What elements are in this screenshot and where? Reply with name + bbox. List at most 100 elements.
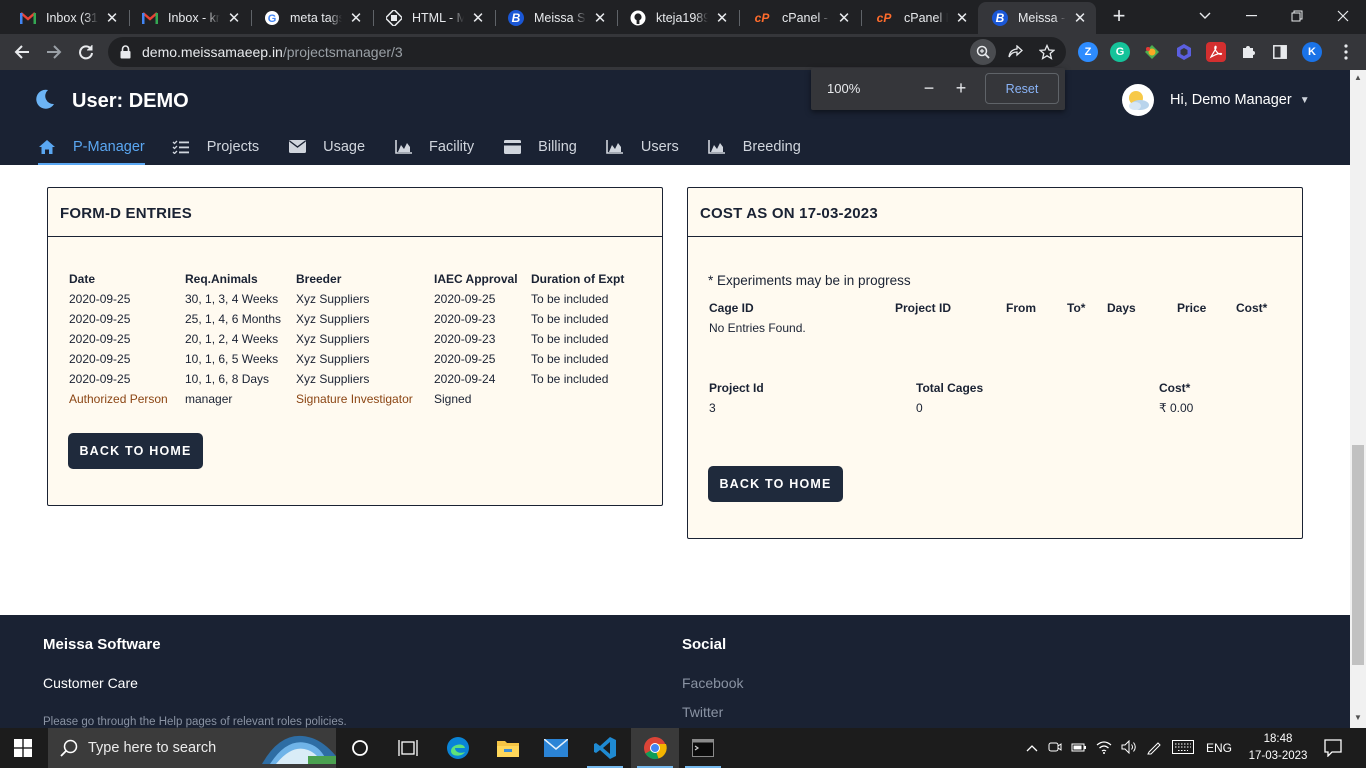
card-icon — [503, 139, 521, 155]
windows-start-icon[interactable] — [14, 739, 32, 762]
close-icon[interactable]: ✕ — [226, 9, 242, 27]
chrome-icon[interactable] — [631, 728, 679, 768]
close-icon[interactable]: ✕ — [348, 9, 364, 27]
scroll-down-icon[interactable]: ▼ — [1354, 713, 1362, 722]
url-text[interactable]: demo.meissamaeep.in/projectsmanager/3 — [142, 44, 403, 60]
reload-icon[interactable] — [73, 39, 99, 65]
user-title: User: DEMO — [72, 90, 189, 112]
cortana-icon[interactable] — [336, 728, 384, 768]
close-icon[interactable]: ✕ — [470, 9, 486, 27]
nav-breeding[interactable]: Breeding — [708, 128, 801, 165]
zoom-extension-icon[interactable]: Z — [1078, 42, 1098, 62]
notification-icon[interactable] — [1324, 739, 1342, 762]
colorful-extension-icon[interactable] — [1142, 42, 1162, 62]
twitter-link[interactable]: Twitter — [682, 704, 723, 720]
language-indicator[interactable]: ENG — [1206, 741, 1232, 755]
new-tab-button[interactable]: + — [1108, 5, 1130, 27]
task-view-icon[interactable] — [384, 728, 432, 768]
forward-arrow-icon[interactable] — [41, 39, 67, 65]
battery-icon[interactable] — [1071, 741, 1087, 756]
file-explorer-icon[interactable] — [484, 728, 532, 768]
tab-search-icon[interactable] — [1182, 0, 1228, 32]
back-to-home-button[interactable]: BACK TO HOME — [68, 433, 203, 469]
zoom-in-button[interactable]: + — [950, 77, 972, 99]
search-placeholder: Type here to search — [88, 740, 217, 756]
bookmark-star-icon[interactable] — [1034, 39, 1060, 65]
nav-usage[interactable]: Usage — [288, 128, 365, 165]
zoom-reset-button[interactable]: Reset — [985, 73, 1059, 104]
mail-icon[interactable] — [532, 728, 580, 768]
restore-icon[interactable] — [1274, 0, 1320, 32]
zoom-icon[interactable] — [970, 39, 996, 65]
tab-meta-tags[interactable]: G meta tags ✕ — [250, 2, 372, 34]
minimize-icon[interactable] — [1228, 0, 1274, 32]
close-icon[interactable]: ✕ — [104, 9, 120, 27]
tab-inbox-2[interactable]: Inbox - kri ✕ — [128, 2, 250, 34]
nav-label: Usage — [323, 138, 366, 155]
chevron-up-icon[interactable] — [1026, 741, 1038, 755]
customer-care-link[interactable]: Customer Care — [43, 675, 138, 691]
windows-taskbar: Type here to search ENG 18:48 17-03-2023 — [0, 728, 1366, 768]
tab-inbox-1[interactable]: Inbox (310 ✕ — [6, 2, 128, 34]
close-icon[interactable]: ✕ — [954, 9, 970, 27]
tab-meissa-software[interactable]: B Meissa Sof ✕ — [494, 2, 616, 34]
address-bar[interactable]: demo.meissamaeep.in/projectsmanager/3 — [108, 37, 1066, 67]
table-cell: 2020-09-23 — [434, 312, 496, 326]
nav-label: Billing — [538, 138, 577, 155]
side-panel-icon[interactable] — [1270, 42, 1290, 62]
lock-icon[interactable] — [120, 45, 131, 64]
back-arrow-icon[interactable] — [9, 39, 35, 65]
cost-card: COST AS ON 17-03-2023 * Experiments may … — [687, 187, 1303, 539]
vscode-icon[interactable] — [581, 728, 629, 768]
page-scrollbar[interactable]: ▲ ▼ — [1350, 70, 1366, 728]
profile-avatar[interactable]: K — [1302, 42, 1322, 62]
pen-icon[interactable] — [1146, 739, 1162, 758]
pdf-extension-icon[interactable] — [1206, 42, 1226, 62]
scroll-up-icon[interactable]: ▲ — [1354, 73, 1362, 82]
edge-icon[interactable] — [434, 728, 482, 768]
tab-cpanel-files[interactable]: cP cPanel File ✕ — [860, 2, 978, 34]
volume-icon[interactable] — [1121, 739, 1137, 757]
grammarly-icon[interactable]: G — [1110, 42, 1130, 62]
tab-meissa-active[interactable]: B Meissa - B ✕ — [978, 2, 1096, 34]
nav-projects[interactable]: Projects — [172, 128, 259, 165]
github-icon — [630, 10, 646, 26]
user-menu[interactable]: Hi, Demo Manager ▼ — [1122, 84, 1310, 116]
tab-cpanel[interactable]: cP cPanel - M ✕ — [738, 2, 860, 34]
chart-icon — [708, 139, 726, 155]
meissa-icon: B — [508, 10, 524, 26]
meet-now-icon[interactable] — [1048, 740, 1062, 757]
tab-github[interactable]: kteja1989/ ✕ — [616, 2, 738, 34]
back-to-home-button[interactable]: BACK TO HOME — [708, 466, 843, 502]
close-icon[interactable]: ✕ — [714, 9, 730, 27]
clock[interactable]: 18:48 17-03-2023 — [1240, 731, 1316, 765]
table-cell: 2020-09-24 — [434, 372, 496, 386]
scrollbar-thumb[interactable] — [1352, 445, 1364, 665]
hexagon-extension-icon[interactable] — [1174, 42, 1194, 62]
table-cell: 30, 1, 3, 4 Weeks — [185, 292, 279, 306]
close-icon[interactable]: ✕ — [1072, 9, 1088, 27]
tab-html[interactable]: HTML - M ✕ — [372, 2, 494, 34]
close-icon[interactable]: ✕ — [592, 9, 608, 27]
keyboard-icon[interactable] — [1172, 739, 1194, 757]
close-icon[interactable]: ✕ — [836, 9, 852, 27]
window-close-icon[interactable] — [1320, 0, 1366, 32]
nav-users[interactable]: Users — [606, 128, 679, 165]
column-header: Req.Animals — [185, 272, 258, 286]
tab-title: Inbox - kri — [168, 11, 220, 25]
nav-facility[interactable]: Facility — [394, 128, 474, 165]
nav-billing[interactable]: Billing — [503, 128, 577, 165]
column-header: Price — [1177, 301, 1207, 315]
tab-title: cPanel - M — [782, 11, 830, 25]
meissa-icon: B — [992, 10, 1008, 26]
app-navbar: User: DEMO Hi, Demo Manager ▼ P-Manager … — [0, 70, 1350, 165]
facebook-link[interactable]: Facebook — [682, 675, 743, 691]
nav-p-manager[interactable]: P-Manager — [38, 128, 145, 165]
terminal-icon[interactable] — [679, 728, 727, 768]
puzzle-extensions-icon[interactable] — [1238, 42, 1258, 62]
chrome-menu-icon[interactable] — [1336, 42, 1356, 62]
share-icon[interactable] — [1002, 39, 1028, 65]
wifi-icon[interactable] — [1096, 740, 1112, 757]
zoom-out-button[interactable]: − — [918, 77, 940, 99]
taskbar-search-box[interactable]: Type here to search — [48, 728, 336, 768]
